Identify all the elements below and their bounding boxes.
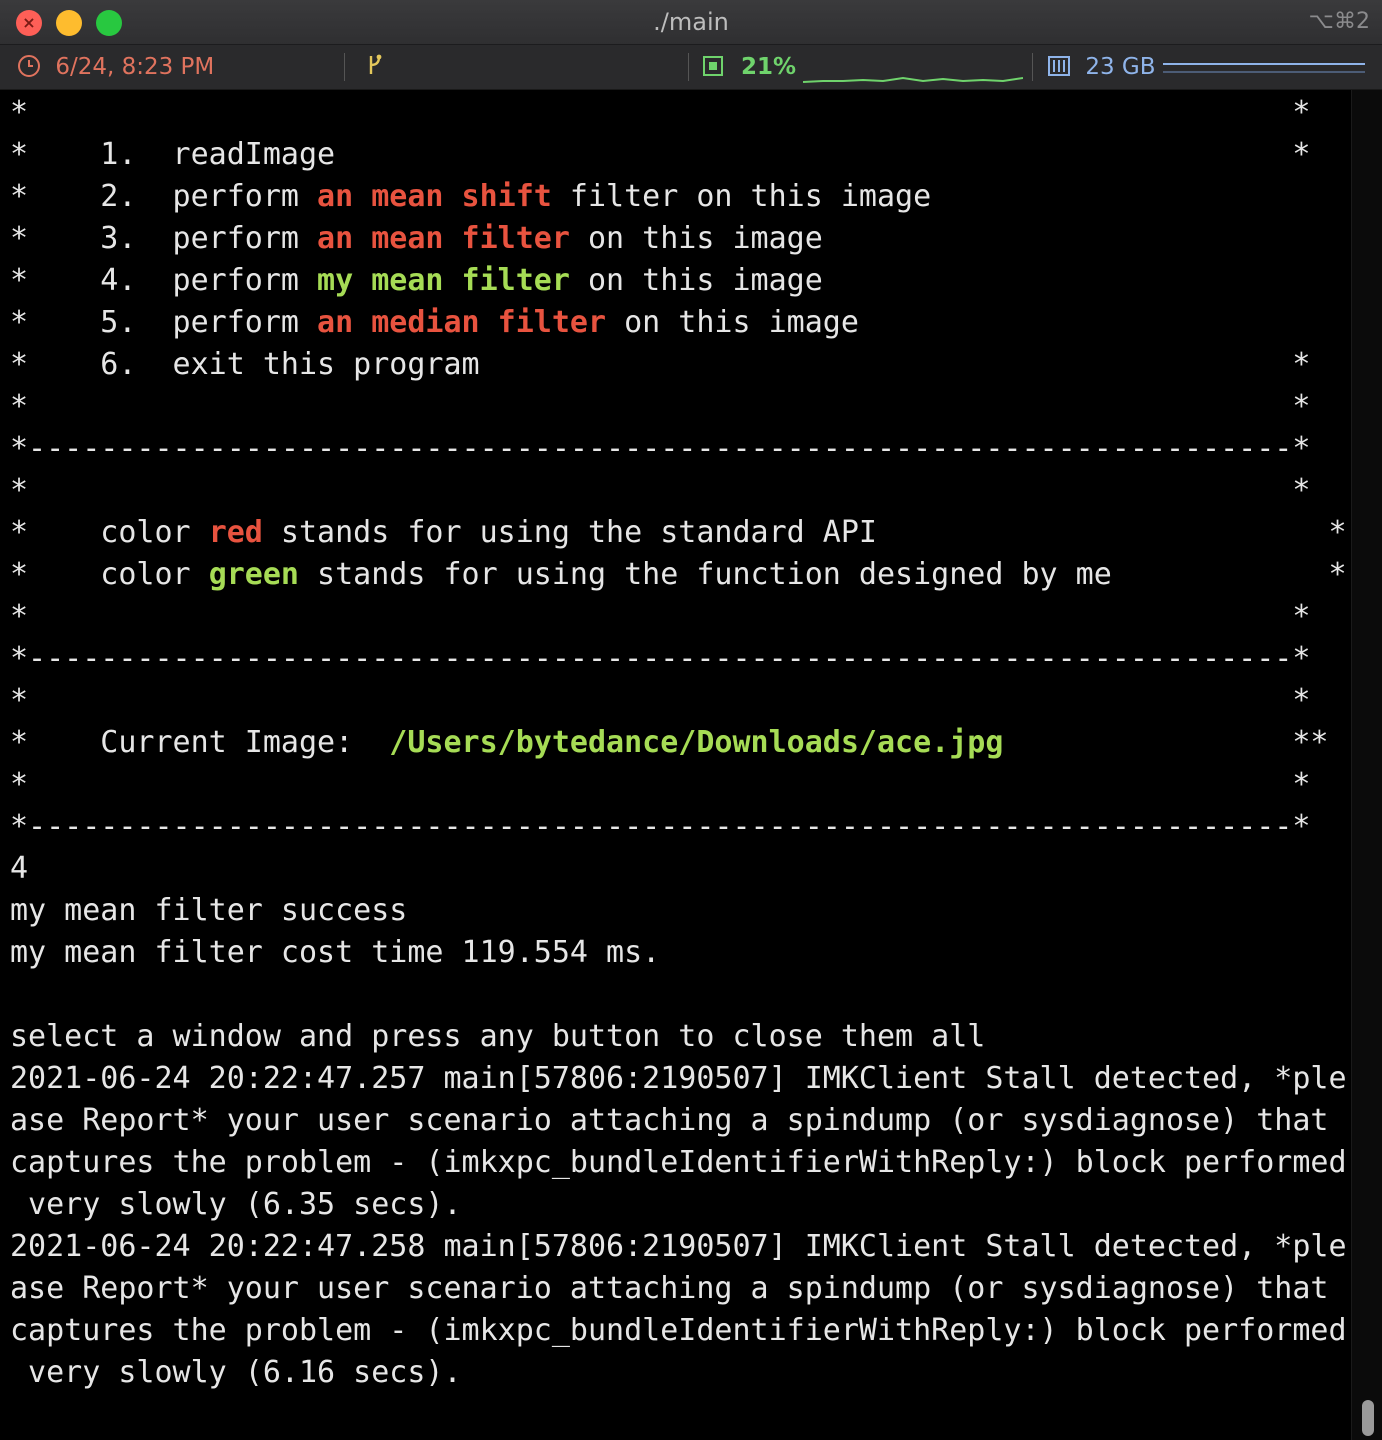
- cpu-status: 21%: [703, 45, 796, 89]
- terminal-line: 2021-06-24 20:22:47.258 main[57806:21905…: [10, 1226, 1355, 1268]
- terminal-line: my mean filter success: [10, 890, 1355, 932]
- clock-icon: [18, 54, 40, 77]
- terminal-text: **: [1003, 725, 1329, 760]
- terminal-text: * 2. perform: [10, 179, 318, 214]
- terminal-text: * 4. perform: [10, 263, 318, 298]
- terminal-line: * 5. perform an median filter on this im…: [10, 302, 1355, 344]
- terminal-line: * *: [10, 596, 1355, 638]
- terminal-text: ase Report* your user scenario attaching…: [10, 1271, 1329, 1306]
- terminal-text: * *: [10, 389, 1311, 424]
- window-shortcut: ⌥⌘2: [1308, 9, 1370, 34]
- terminal-text: on this image *: [569, 221, 1355, 256]
- memory-text: 23 GB: [1085, 54, 1156, 80]
- terminal-text: * 3. perform: [10, 221, 318, 256]
- terminal-text: * Current Image:: [10, 725, 390, 760]
- memory-status: 23 GB: [1048, 45, 1156, 89]
- window-title: ./main: [653, 8, 729, 36]
- terminal-line: ase Report* your user scenario attaching…: [10, 1100, 1355, 1142]
- terminal-text: captures the problem - (imkxpc_bundleIde…: [10, 1313, 1347, 1348]
- terminal-line: select a window and press any button to …: [10, 1016, 1355, 1058]
- terminal-line: * *: [10, 386, 1355, 428]
- highlighted-text: /Users/bytedance/Downloads/ace.jpg: [389, 725, 1004, 760]
- terminal-text: *---------------------------------------…: [10, 641, 1311, 676]
- terminal-line: * 2. perform an mean shift filter on thi…: [10, 176, 1355, 218]
- terminal-line: * *: [10, 764, 1355, 806]
- terminal-line: *---------------------------------------…: [10, 638, 1355, 680]
- terminal-text: *---------------------------------------…: [10, 809, 1311, 844]
- status-bar: 6/24, 8:23 PM 21% 23 GB: [0, 45, 1382, 90]
- terminal-line: * Current Image: /Users/bytedance/Downlo…: [10, 722, 1355, 764]
- terminal-line: very slowly (6.16 secs).: [10, 1352, 1355, 1394]
- terminal-text: stands for using the function designed b…: [299, 557, 1347, 592]
- terminal-text: 4: [10, 851, 29, 886]
- terminal-text: * *: [10, 767, 1311, 802]
- datetime-text: 6/24, 8:23 PM: [55, 54, 215, 80]
- status-divider: [688, 53, 689, 81]
- terminal-line: my mean filter cost time 119.554 ms.: [10, 932, 1355, 974]
- terminal-text: captures the problem - (imkxpc_bundleIde…: [10, 1145, 1347, 1180]
- terminal-text: * *: [10, 95, 1311, 130]
- terminal-text: * color: [10, 557, 209, 592]
- terminal-line: * 4. perform my mean filter on this imag…: [10, 260, 1355, 302]
- terminal-text: on this image *: [569, 263, 1355, 298]
- terminal-text: ase Report* your user scenario attaching…: [10, 1103, 1329, 1138]
- terminal-line: captures the problem - (imkxpc_bundleIde…: [10, 1310, 1355, 1352]
- terminal-text: * *: [10, 683, 1311, 718]
- cpu-icon: [703, 55, 723, 76]
- terminal-line: *---------------------------------------…: [10, 806, 1355, 848]
- memory-icon: [1048, 55, 1070, 76]
- status-divider: [1032, 53, 1033, 81]
- terminal-text: * 1. readImage *: [10, 137, 1311, 172]
- branch-icon: [369, 54, 382, 74]
- terminal-line: * color red stands for using the standar…: [10, 512, 1355, 554]
- terminal-window: × ./main ⌥⌘2 6/24, 8:23 PM 21% 23 GB * *…: [0, 0, 1382, 1440]
- terminal-text: * color: [10, 515, 209, 550]
- terminal-text: my mean filter cost time 119.554 ms.: [10, 935, 661, 970]
- cpu-text: 21%: [741, 54, 797, 80]
- terminal-line: * 1. readImage *: [10, 134, 1355, 176]
- git-status: [366, 45, 384, 89]
- title-bar: × ./main ⌥⌘2: [0, 0, 1382, 45]
- highlighted-text: my mean filter: [317, 263, 570, 298]
- highlighted-text: an mean filter: [317, 221, 570, 256]
- terminal-text: filter on this image *: [551, 179, 1355, 214]
- terminal-text: on this image *: [606, 305, 1355, 340]
- terminal-line: captures the problem - (imkxpc_bundleIde…: [10, 1142, 1355, 1184]
- highlighted-text: an median filter: [317, 305, 607, 340]
- terminal-line: 2021-06-24 20:22:47.257 main[57806:21905…: [10, 1058, 1355, 1100]
- scrollbar-thumb[interactable]: [1362, 1400, 1374, 1436]
- terminal-text: stands for using the standard API *: [262, 515, 1347, 550]
- terminal-text: * *: [10, 599, 1311, 634]
- terminal-line: very slowly (6.35 secs).: [10, 1184, 1355, 1226]
- highlighted-text: red: [208, 515, 263, 550]
- highlighted-text: green: [208, 557, 299, 592]
- status-divider: [344, 53, 345, 81]
- terminal-text: 2021-06-24 20:22:47.258 main[57806:21905…: [10, 1229, 1347, 1264]
- terminal-text: very slowly (6.16 secs).: [10, 1355, 462, 1390]
- memory-graph: [1163, 63, 1365, 73]
- terminal-line: 4: [10, 848, 1355, 890]
- terminal-text: select a window and press any button to …: [10, 1019, 986, 1054]
- terminal-line: * *: [10, 680, 1355, 722]
- terminal-line: * 3. perform an mean filter on this imag…: [10, 218, 1355, 260]
- terminal-text: very slowly (6.35 secs).: [10, 1187, 462, 1222]
- terminal-text: * 5. perform: [10, 305, 318, 340]
- terminal-text: * *: [10, 473, 1311, 508]
- clock-status: 6/24, 8:23 PM: [18, 45, 214, 89]
- cpu-graph: [803, 76, 1023, 83]
- terminal-line: * *: [10, 92, 1355, 134]
- terminal-text: 2021-06-24 20:22:47.257 main[57806:21905…: [10, 1061, 1347, 1096]
- terminal-line: * color green stands for using the funct…: [10, 554, 1355, 596]
- terminal-text: my mean filter success: [10, 893, 408, 928]
- terminal-line: * 6. exit this program *: [10, 344, 1355, 386]
- terminal-line: * *: [10, 470, 1355, 512]
- terminal-text: * 6. exit this program *: [10, 347, 1311, 382]
- terminal-line: ase Report* your user scenario attaching…: [10, 1268, 1355, 1310]
- terminal-text: *---------------------------------------…: [10, 431, 1311, 466]
- terminal-output[interactable]: * * * 1. readImage * * 2. perform an mean …: [10, 92, 1355, 1438]
- terminal-line: *---------------------------------------…: [10, 428, 1355, 470]
- scrollbar[interactable]: [1351, 90, 1382, 1440]
- highlighted-text: an mean shift: [317, 179, 552, 214]
